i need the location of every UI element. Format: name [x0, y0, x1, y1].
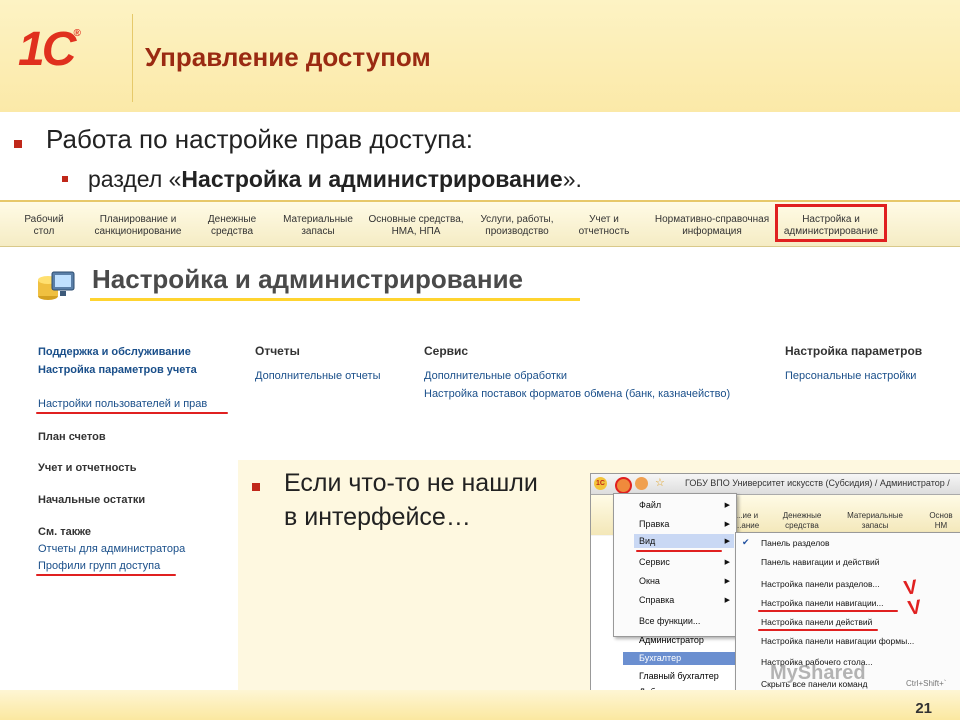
submenu-arrow-icon: ▶ [724, 521, 730, 528]
nav-section-money[interactable]: Денежные средства [200, 214, 264, 238]
watermark: MyShared [770, 662, 866, 684]
menu-windows[interactable]: Окна [639, 576, 660, 586]
submenu-arrow-icon: ▶ [724, 559, 730, 566]
nav-section-accounting[interactable]: Учет и отчетность [572, 214, 636, 238]
checkmark-icon: ✔ [742, 537, 750, 547]
slide-header [0, 0, 960, 112]
highlight-frame [775, 204, 887, 242]
submenu-item[interactable]: Панель навигации и действий [761, 557, 879, 567]
link-opening-balances[interactable]: Начальные остатки [38, 494, 145, 506]
star-icon[interactable]: ☆ [655, 476, 665, 489]
menu-all-functions[interactable]: Все функции... [639, 616, 700, 626]
blank-area [0, 585, 238, 690]
inset-nav-fixed-assets[interactable]: Основ НМ [921, 511, 960, 531]
1c-logo: 1С® [18, 23, 81, 76]
link-support[interactable]: Поддержка и обслуживание [38, 346, 191, 358]
link-accounting-reporting[interactable]: Учет и отчетность [38, 462, 137, 474]
nav-section-services[interactable]: Услуги, работы, производство [474, 214, 560, 238]
header-divider [132, 14, 133, 102]
submenu-item[interactable]: Настройка панели действий [761, 617, 872, 627]
nav-section-materials[interactable]: Материальные запасы [278, 214, 358, 238]
nav-section-planning[interactable]: Планирование и санкционирование [88, 214, 188, 238]
inset-titlebar: 1С ☆ ГОБУ ВПО Университет искусств (Субс… [591, 474, 960, 495]
1c-logo-icon: 1С [594, 477, 607, 490]
link-user-settings[interactable]: Настройки пользователей и прав [38, 398, 207, 410]
sections-panel: Рабочий стол Планирование и санкционирован… [0, 202, 960, 247]
bullet-marker [14, 140, 22, 148]
menu-help[interactable]: Справка [639, 595, 674, 605]
menu-view[interactable]: Вид [639, 536, 655, 546]
submenu-item[interactable]: Настройка панели разделов... [761, 579, 880, 589]
nav-section-desktop[interactable]: Рабочий стол [20, 214, 68, 238]
callout-bullet [252, 483, 260, 491]
link-extra-processors[interactable]: Дополнительные обработки [424, 370, 567, 382]
red-underline [636, 550, 722, 552]
slide-title: Управление доступом [145, 42, 431, 72]
submenu-item[interactable]: Настройка панели навигации формы... [761, 636, 914, 646]
shortcut-label: Ctrl+Shift+` [906, 679, 947, 688]
section-title-underline [90, 298, 580, 301]
administration-icon [38, 271, 75, 300]
params-heading: Настройка параметров [785, 344, 923, 358]
menu-edit[interactable]: Правка [639, 519, 669, 529]
link-personal-settings[interactable]: Персональные настройки [785, 370, 916, 382]
bullet-sub-text: раздел «Настройка и администрирование». [88, 166, 582, 192]
user-row[interactable]: Главный бухгалтер [623, 670, 736, 683]
menu-file[interactable]: Файл [639, 500, 661, 510]
link-access-group-profiles[interactable]: Профили групп доступа [38, 560, 160, 572]
link-exchange-formats[interactable]: Настройка поставок форматов обмена (банк… [424, 388, 730, 400]
bullet-main-text: Работа по настройке прав доступа: [46, 124, 473, 154]
red-underline [36, 412, 228, 414]
callout-text: Если что-то не нашли в интерфейсе… [284, 469, 538, 531]
red-underline [36, 574, 176, 576]
link-admin-reports[interactable]: Отчеты для администратора [38, 543, 185, 555]
sub-bullet-marker [62, 176, 68, 182]
section-title: Настройка и администрирование [92, 264, 524, 294]
red-underline [758, 629, 878, 631]
submenu-arrow-icon: ▶ [724, 502, 730, 509]
service-heading: Сервис [424, 344, 469, 358]
see-also-heading: См. также [38, 526, 91, 538]
submenu-arrow-icon: ▶ [724, 538, 730, 545]
submenu-arrow-icon: ▶ [724, 578, 730, 585]
nav-section-fixed-assets[interactable]: Основные средства, НМА, НПА [364, 214, 468, 238]
link-chart-of-accounts[interactable]: План счетов [38, 431, 106, 443]
check-mark-annotation: V [906, 596, 923, 620]
nav-section-reference[interactable]: Нормативно-справочная информация [650, 214, 774, 238]
inset-window-title: ГОБУ ВПО Университет искусств (Субсидия)… [685, 478, 950, 488]
menu-service[interactable]: Сервис [639, 557, 670, 567]
page-number: 21 [915, 700, 932, 717]
slide-footer [0, 690, 960, 720]
user-row-selected[interactable]: Бухгалтер [623, 652, 736, 665]
inset-nav-materials[interactable]: Материальные запасы [845, 511, 905, 531]
history-icon[interactable] [635, 477, 648, 490]
link-accounting-params[interactable]: Настройка параметров учета [38, 364, 197, 376]
submenu-item[interactable]: Настройка панели навигации... [761, 598, 884, 608]
submenu-arrow-icon: ▶ [724, 597, 730, 604]
link-extra-reports[interactable]: Дополнительные отчеты [255, 370, 380, 382]
main-menu-button[interactable] [615, 477, 632, 494]
submenu-item[interactable]: Панель разделов [761, 538, 830, 548]
reports-heading: Отчеты [255, 344, 300, 358]
red-underline [758, 610, 898, 612]
main-menu: Файл ▶ Правка ▶ Вид ▶ Сервис ▶ Окна ▶ Справка… [613, 493, 737, 637]
inset-nav-money[interactable]: Денежные средства [777, 511, 827, 531]
